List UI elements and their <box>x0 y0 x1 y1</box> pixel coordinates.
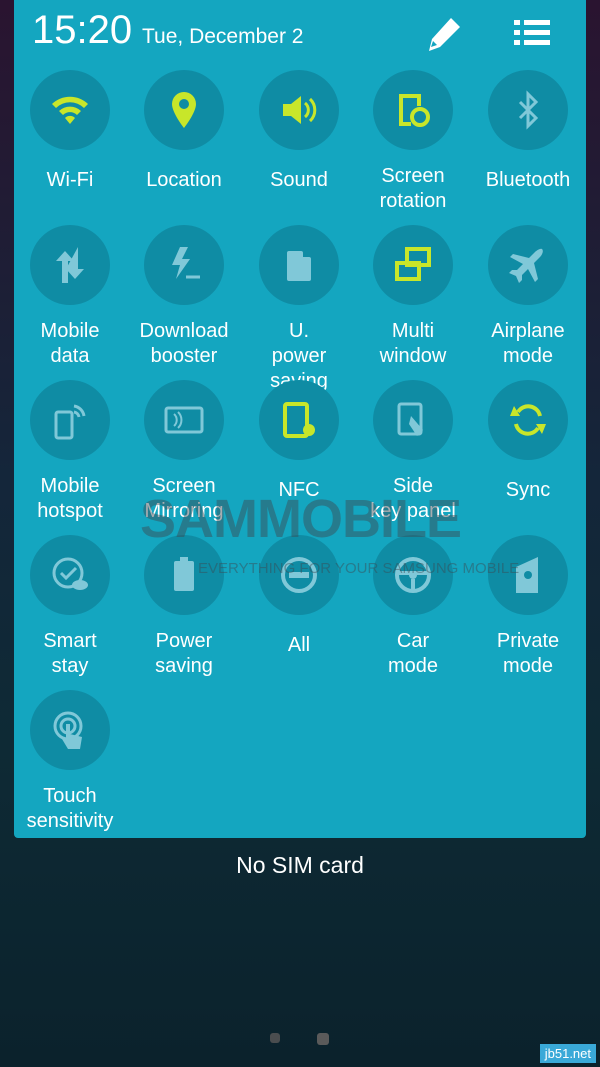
clock: 15:20 <box>32 8 133 52</box>
list-view-icon[interactable] <box>512 16 552 50</box>
tile-label: Private mode <box>496 630 560 677</box>
tile-download-booster[interactable]: Download booster <box>127 225 241 369</box>
tile-power-saving[interactable]: Power saving <box>127 535 241 679</box>
tile-toggle-button[interactable] <box>488 380 568 460</box>
airplane-icon <box>509 248 543 283</box>
download-booster-icon <box>172 247 200 279</box>
tile-car-mode[interactable]: Car mode <box>356 535 470 679</box>
tile-toggle-button[interactable] <box>259 225 339 305</box>
tile-ultra-power-saving[interactable]: U. power saving <box>242 225 356 394</box>
tile-toggle-button[interactable] <box>144 225 224 305</box>
edit-pencil-icon[interactable] <box>424 14 464 54</box>
sound-icon <box>283 96 317 124</box>
tile-nfc[interactable]: NFC <box>242 380 356 503</box>
tile-sound[interactable]: Sound <box>242 70 356 193</box>
tile-toggle-button[interactable] <box>373 380 453 460</box>
tile-multi-window[interactable]: Multi window <box>356 225 470 369</box>
watermark-brand: SAMMOBILE <box>140 489 462 549</box>
tile-label: Bluetooth <box>485 169 571 191</box>
tile-toggle-button[interactable] <box>144 380 224 460</box>
tile-sync[interactable]: Sync <box>471 380 585 503</box>
tile-label: Car mode <box>387 630 439 677</box>
multi-window-icon <box>395 247 431 281</box>
wifi-icon <box>52 96 88 124</box>
tile-label: Power saving <box>155 630 213 677</box>
quick-settings-panel: 15:20 Tue, December 2 Wi-Fi Location Sound… <box>14 0 586 838</box>
tile-toggle-button[interactable] <box>373 70 453 150</box>
tile-mobile-hotspot[interactable]: Mobile hotspot <box>13 380 127 524</box>
tile-toggle-button[interactable] <box>259 70 339 150</box>
tile-label: Smart stay <box>43 630 97 677</box>
sim-status: No SIM card <box>236 852 364 878</box>
smart-stay-icon <box>52 557 88 590</box>
tile-label: All <box>287 634 311 656</box>
page-indicator-dot[interactable] <box>270 1033 280 1043</box>
mobile-data-icon <box>56 247 84 283</box>
tile-label: Sound <box>270 169 328 191</box>
tile-wifi[interactable]: Wi-Fi <box>13 70 127 193</box>
location-icon <box>172 92 196 128</box>
tile-toggle-button[interactable] <box>30 690 110 770</box>
side-key-panel-icon <box>397 402 423 436</box>
tile-all[interactable]: All <box>242 535 356 658</box>
tile-toggle-button[interactable] <box>488 225 568 305</box>
tile-mobile-data[interactable]: Mobile data <box>13 225 127 369</box>
watermark-site: jb51.net <box>539 1044 596 1063</box>
bluetooth-icon <box>518 90 539 130</box>
tile-label: Wi-Fi <box>46 169 94 191</box>
tile-toggle-button[interactable] <box>144 70 224 150</box>
tile-label: Location <box>146 169 222 191</box>
nfc-icon <box>283 402 315 438</box>
tile-toggle-button[interactable] <box>30 70 110 150</box>
tile-label: Screen rotation <box>379 165 447 212</box>
tile-toggle-button[interactable] <box>259 380 339 460</box>
sync-icon <box>510 404 546 436</box>
tile-label: Touch sensitivity <box>26 785 114 832</box>
tile-touch-sensitivity[interactable]: Touch sensitivity <box>13 690 127 834</box>
tile-private-mode[interactable]: Private mode <box>471 535 585 679</box>
tile-toggle-button[interactable] <box>373 225 453 305</box>
touch-sensitivity-icon <box>53 711 83 749</box>
date: Tue, December 2 <box>142 25 304 48</box>
ultra-power-saving-icon <box>287 251 311 281</box>
tile-label: Sync <box>505 479 551 501</box>
tile-label: Multi window <box>379 320 447 367</box>
page-indicator-dot-active[interactable] <box>317 1033 329 1045</box>
tile-label: Mobile hotspot <box>37 475 103 522</box>
tile-screen-rotation[interactable]: Screen rotation <box>356 70 470 214</box>
tile-label: Airplane mode <box>491 320 565 367</box>
tile-smart-stay[interactable]: Smart stay <box>13 535 127 679</box>
watermark-tagline: EVERYTHING FOR YOUR SAMSUNG MOBILE <box>198 560 520 577</box>
tile-toggle-button[interactable] <box>30 535 110 615</box>
tile-bluetooth[interactable]: Bluetooth <box>471 70 585 193</box>
mobile-hotspot-icon <box>54 404 86 440</box>
tile-location[interactable]: Location <box>127 70 241 193</box>
screen-mirroring-icon <box>164 406 204 434</box>
tile-label: Mobile data <box>40 320 100 367</box>
tile-toggle-button[interactable] <box>488 70 568 150</box>
tile-toggle-button[interactable] <box>30 225 110 305</box>
tile-airplane[interactable]: Airplane mode <box>471 225 585 369</box>
screen-rotation-icon <box>399 94 430 127</box>
tile-label: Download booster <box>139 320 229 367</box>
tile-toggle-button[interactable] <box>30 380 110 460</box>
